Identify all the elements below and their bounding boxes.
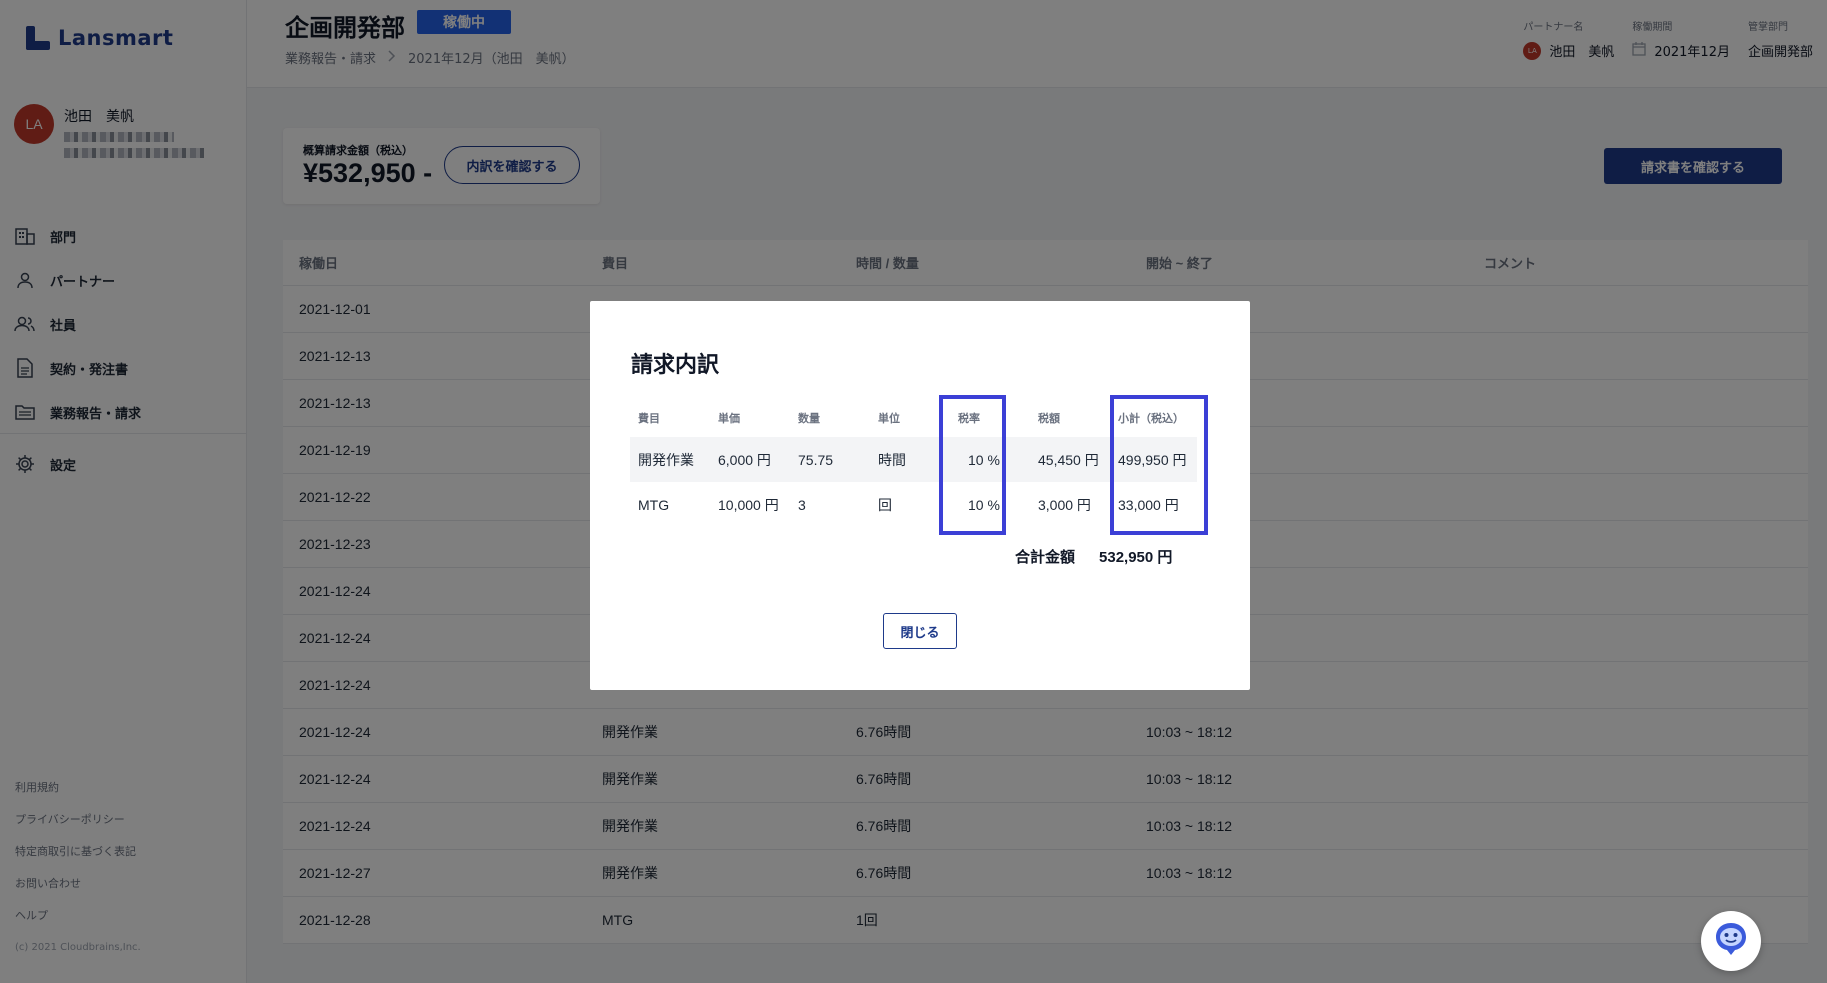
table-cell: 10,000 円 [718,496,779,513]
column-header: 税額 [1038,413,1060,425]
close-button[interactable]: 閉じる [883,613,957,649]
subtotal-highlight [1110,395,1208,535]
chat-widget-button[interactable] [1701,911,1761,971]
table-cell: 時間 [878,451,906,468]
breakdown-modal: 請求内訳 費目 単価 数量 単位 税率 税額 小計（税込） 開発作業 6,000… [590,301,1250,690]
tax-rate-highlight [939,395,1006,535]
column-header: 数量 [798,413,820,425]
table-cell: 75.75 [798,451,834,468]
table-cell: 回 [878,496,892,513]
total-amount: 合計金額 532,950 円 [1015,546,1172,567]
table-cell: 3 [798,496,806,513]
table-cell: MTG [638,496,670,513]
column-header: 単位 [878,413,900,425]
table-cell: 6,000 円 [718,451,771,468]
table-cell: 開発作業 [638,451,694,468]
total-value: 532,950 円 [1099,549,1173,566]
table-cell: 45,450 円 [1038,451,1099,468]
table-cell: 3,000 円 [1038,496,1091,513]
chat-bot-icon [1712,920,1750,962]
column-header: 単価 [718,413,740,425]
total-label: 合計金額 [1015,548,1076,566]
column-header: 費目 [638,413,660,425]
modal-title: 請求内訳 [631,353,720,378]
